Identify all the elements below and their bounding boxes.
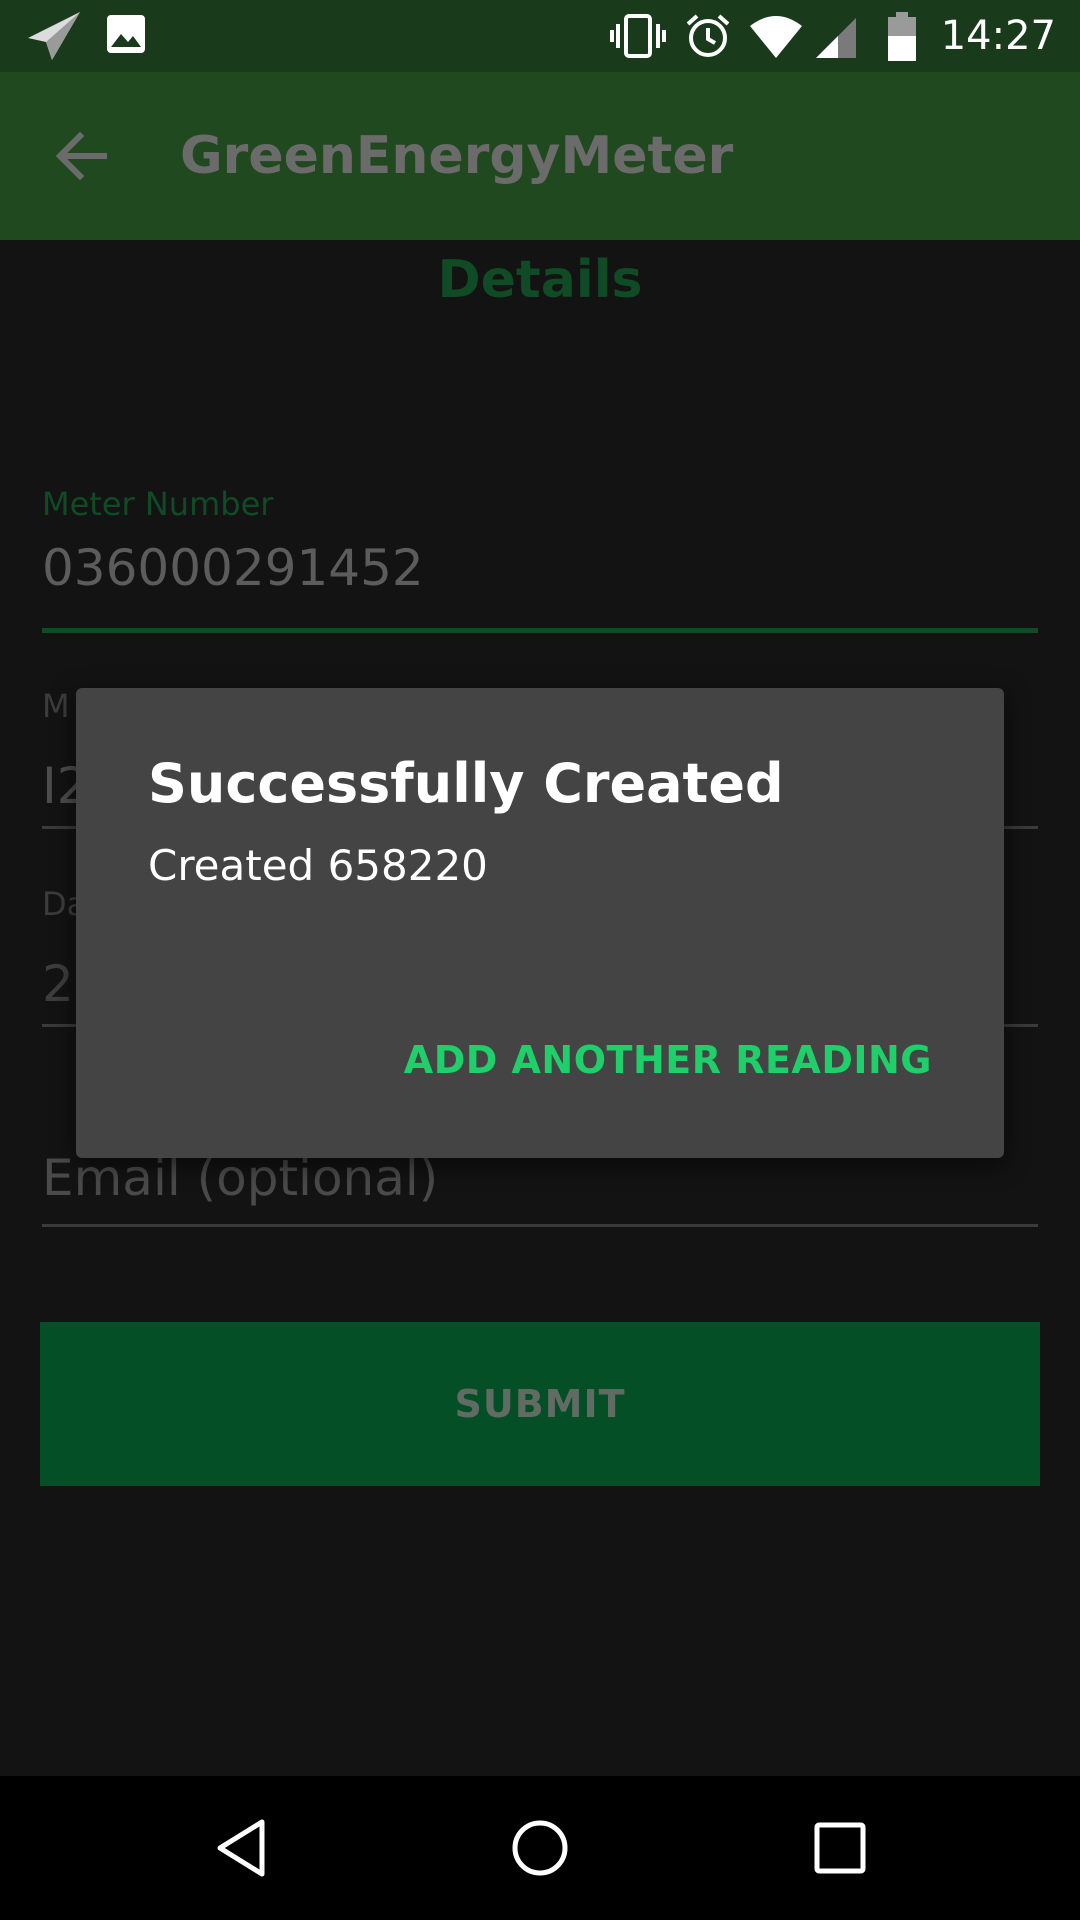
email-field[interactable]: Email (optional) — [42, 1148, 1038, 1228]
image-icon — [107, 15, 145, 53]
navigation-bar — [0, 1776, 1080, 1920]
wifi-icon — [750, 16, 802, 58]
email-underline — [42, 1224, 1038, 1227]
vibrate-icon — [610, 14, 666, 58]
success-dialog: Successfully Created Created 658220 ADD … — [76, 688, 1004, 1158]
second-field-label: M — [42, 687, 70, 725]
home-circle-icon[interactable] — [504, 1812, 576, 1884]
recents-square-icon[interactable] — [804, 1812, 876, 1884]
app-title: GreenEnergyMeter — [180, 126, 734, 186]
battery-icon — [888, 12, 916, 61]
meter-number-field[interactable]: Meter Number 036000291452 — [42, 484, 1038, 634]
submit-button[interactable]: SUBMIT — [40, 1322, 1040, 1486]
add-another-reading-button[interactable]: ADD ANOTHER READING — [404, 1038, 932, 1082]
dialog-message: Created 658220 — [148, 841, 488, 890]
status-time: 14:27 — [940, 13, 1056, 59]
app-bar: GreenEnergyMeter — [0, 72, 1080, 240]
meter-number-label: Meter Number — [42, 485, 274, 523]
arrow-left-icon[interactable] — [50, 124, 114, 188]
status-bar: 14:27 — [0, 0, 1080, 72]
back-triangle-icon[interactable] — [206, 1812, 278, 1884]
meter-number-underline — [42, 628, 1038, 633]
meter-number-value: 036000291452 — [42, 539, 424, 597]
signal-icon — [816, 18, 856, 58]
dialog-title: Successfully Created — [148, 752, 784, 815]
page-title: Details — [437, 250, 643, 310]
date-field-value: 2 — [42, 955, 74, 1013]
alarm-icon — [686, 14, 730, 57]
send-icon — [28, 12, 80, 60]
